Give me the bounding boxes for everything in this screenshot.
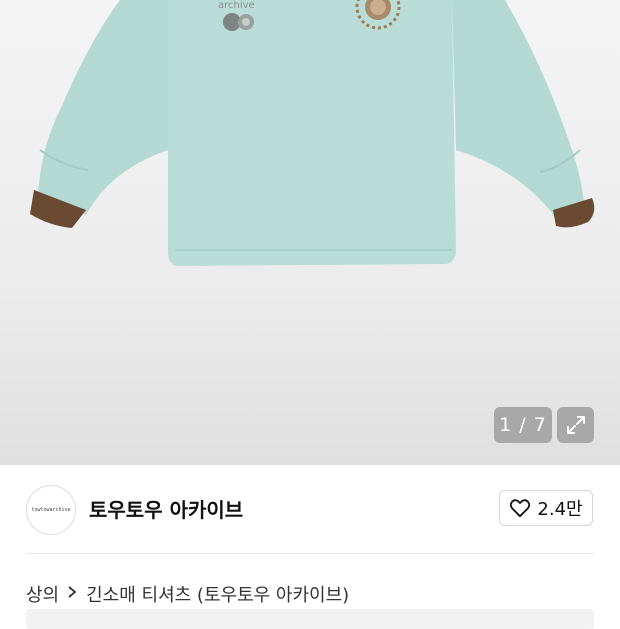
like-button[interactable]: 2.4만 (499, 490, 593, 526)
expand-icon (566, 416, 585, 434)
breadcrumb: 상의 긴소매 티셔츠 (토우토우 아카이브) (26, 581, 349, 607)
divider (26, 553, 594, 554)
breadcrumb-item-category[interactable]: 상의 (26, 581, 59, 607)
product-image-gallery[interactable]: archive 1 / 7 (0, 0, 620, 465)
product-photo: archive (30, 0, 595, 266)
image-counter: 1 / 7 (494, 407, 552, 443)
heart-icon (510, 499, 531, 518)
breadcrumb-item-subcategory[interactable]: 긴소매 티셔츠 (토우토우 아카이브) (86, 581, 349, 607)
chevron-right-icon (67, 584, 77, 604)
shop-avatar-text: towtowarchive (31, 507, 71, 513)
shop-name[interactable]: 토우토우 아카이브 (89, 494, 243, 523)
like-count: 2.4만 (537, 499, 583, 520)
print-text: archive (218, 0, 255, 11)
expand-button[interactable] (557, 407, 594, 443)
shop-avatar[interactable]: towtowarchive (26, 485, 76, 535)
info-box (26, 609, 594, 629)
